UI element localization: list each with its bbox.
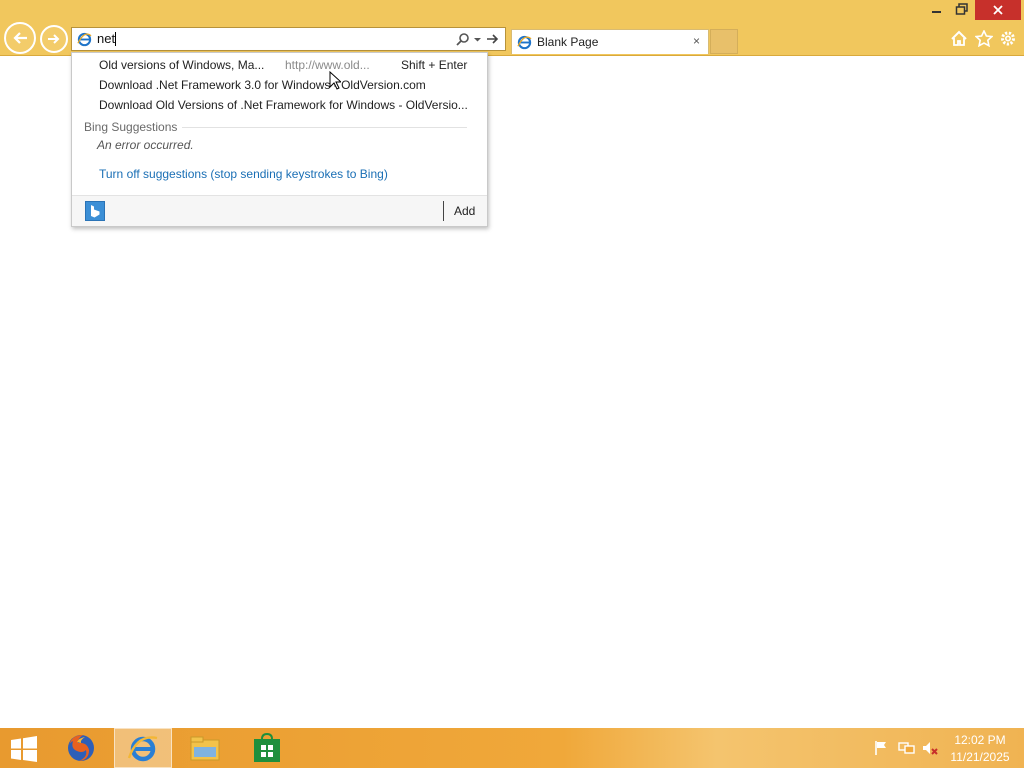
- suggestion-title[interactable]: Old versions of Windows, Ma...: [99, 58, 264, 72]
- chevron-down-icon[interactable]: [473, 32, 482, 49]
- taskbar-store[interactable]: [238, 728, 296, 768]
- windows-logo-icon[interactable]: [10, 736, 38, 765]
- address-input[interactable]: net: [97, 32, 117, 46]
- taskbar-internet-explorer[interactable]: [114, 728, 172, 768]
- divider: [443, 201, 444, 221]
- go-arrow-icon[interactable]: [486, 32, 500, 49]
- arrow-right-icon: [48, 34, 60, 44]
- address-bar[interactable]: net: [71, 27, 506, 51]
- clock-time[interactable]: 12:02 PM: [948, 733, 1012, 747]
- tab-blank-page[interactable]: Blank Page ×: [511, 29, 709, 54]
- close-icon: [993, 5, 1003, 15]
- new-tab-button[interactable]: [710, 29, 738, 54]
- taskbar-file-explorer[interactable]: [176, 728, 234, 768]
- clock-date[interactable]: 11/21/2025: [948, 750, 1012, 764]
- mouse-cursor-icon: [329, 70, 343, 93]
- suggestion-item[interactable]: Download Old Versions of .Net Framework …: [99, 98, 468, 112]
- bing-logo-icon: [91, 205, 100, 218]
- flag-icon[interactable]: [873, 740, 889, 759]
- tab-title: Blank Page: [537, 35, 599, 49]
- store-icon: [254, 733, 280, 762]
- search-icon[interactable]: [456, 32, 470, 49]
- back-button[interactable]: [4, 22, 36, 54]
- suggestion-url: http://www.old...: [285, 58, 370, 72]
- bing-search-provider-button[interactable]: [85, 201, 105, 221]
- window-close-button[interactable]: [975, 0, 1021, 20]
- internet-explorer-icon: [127, 736, 158, 762]
- divider: [182, 127, 467, 128]
- dropdown-footer: Add: [72, 195, 487, 226]
- taskbar-firefox[interactable]: [52, 728, 110, 768]
- forward-button[interactable]: [40, 25, 68, 53]
- minimize-icon: [932, 11, 941, 13]
- error-message: An error occurred.: [97, 138, 194, 152]
- minimize-button[interactable]: [930, 1, 944, 17]
- star-icon[interactable]: [974, 29, 994, 50]
- turn-off-suggestions-link[interactable]: Turn off suggestions (stop sending keyst…: [99, 167, 388, 181]
- network-icon[interactable]: [898, 740, 916, 759]
- ie-page-icon: [517, 35, 532, 53]
- arrow-left-icon: [13, 32, 27, 44]
- taskbar: 12:02 PM 11/21/2025: [0, 728, 1024, 768]
- add-provider-button[interactable]: Add: [454, 204, 475, 218]
- ie-page-icon: [77, 32, 92, 50]
- address-suggestions-dropdown: Old versions of Windows, Ma... http://ww…: [71, 52, 488, 227]
- home-icon[interactable]: [950, 30, 968, 50]
- gear-icon[interactable]: [999, 30, 1017, 50]
- browser-chrome: net Blank Page ×: [0, 0, 1024, 56]
- volume-muted-icon[interactable]: [921, 740, 939, 759]
- restore-button[interactable]: [955, 1, 969, 17]
- restore-icon: [955, 3, 968, 15]
- tab-close-button[interactable]: ×: [693, 34, 700, 48]
- suggestion-item[interactable]: Download .Net Framework 3.0 for Windows …: [99, 78, 426, 92]
- firefox-icon: [68, 735, 94, 761]
- bing-suggestions-heading: Bing Suggestions: [84, 120, 178, 134]
- shortcut-hint: Shift + Enter: [401, 58, 468, 72]
- file-explorer-icon: [190, 736, 220, 761]
